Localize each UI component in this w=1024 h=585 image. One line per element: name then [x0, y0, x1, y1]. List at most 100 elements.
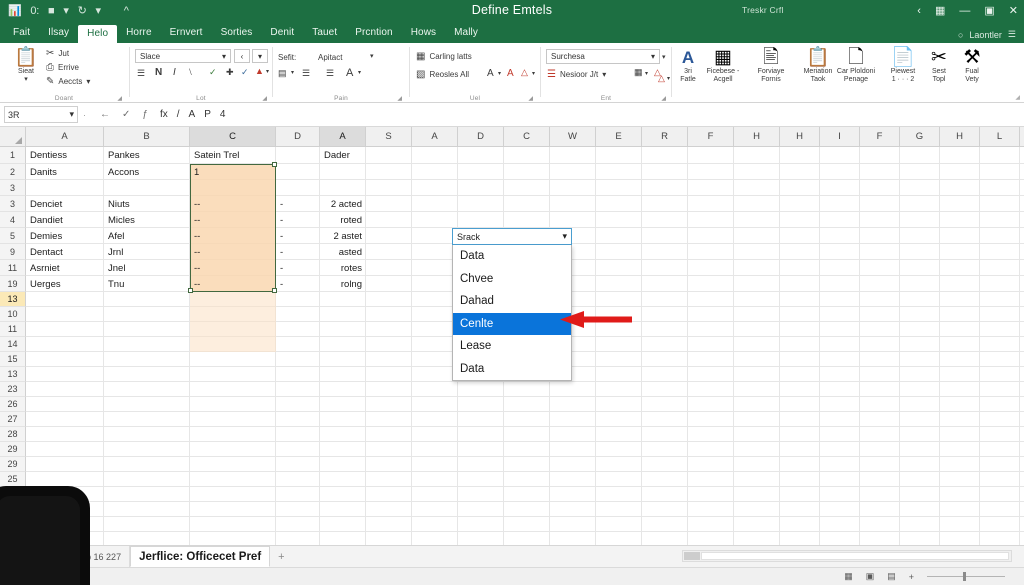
grid-cell[interactable]: [860, 427, 900, 442]
grid-cell[interactable]: [190, 397, 276, 412]
grid-cell[interactable]: [190, 457, 276, 472]
grid-cell[interactable]: [688, 397, 734, 412]
grid-cell[interactable]: [412, 164, 458, 180]
cell-value[interactable]: Jnel: [104, 260, 190, 276]
grid-cell[interactable]: [780, 472, 820, 487]
grid-cell[interactable]: [940, 382, 980, 397]
row-header-3[interactable]: 3: [0, 196, 26, 212]
sheet-tab-jerflice[interactable]: Jerflice: Officecet Pref: [130, 546, 271, 567]
grid-cell[interactable]: [642, 457, 688, 472]
grid-cell[interactable]: [366, 412, 412, 427]
grid-cell[interactable]: [940, 228, 980, 244]
cell-value[interactable]: 2 acted: [320, 196, 366, 212]
grid-cell[interactable]: [900, 487, 940, 502]
grid-cell[interactable]: [688, 322, 734, 337]
cell-value[interactable]: Pankes: [104, 147, 190, 164]
font-size-combo[interactable]: ▾: [252, 49, 268, 63]
grid-cell[interactable]: [596, 212, 642, 228]
style-triangle-button[interactable]: △: [521, 67, 528, 78]
grid-cell[interactable]: [366, 397, 412, 412]
grid-cell[interactable]: [596, 502, 642, 517]
grid-cell[interactable]: [26, 180, 104, 196]
grid-cell[interactable]: [688, 382, 734, 397]
cells-table-icon[interactable]: ▦: [634, 67, 643, 78]
grid-cell[interactable]: [320, 367, 366, 382]
grid-cell[interactable]: [412, 412, 458, 427]
wrap-dropdown-icon[interactable]: ▾: [291, 69, 294, 76]
grid-cell[interactable]: [860, 196, 900, 212]
grid-cell[interactable]: [366, 502, 412, 517]
grid-cell[interactable]: [688, 196, 734, 212]
align-icon[interactable]: ☰: [137, 68, 145, 79]
grid-cell[interactable]: [688, 228, 734, 244]
grid-cell[interactable]: [734, 322, 780, 337]
row-header-16[interactable]: 26: [0, 397, 26, 412]
grid-cell[interactable]: [820, 196, 860, 212]
grid-cell[interactable]: [596, 147, 642, 164]
cell-value[interactable]: Jrnl: [104, 244, 190, 260]
grid-cell[interactable]: [1020, 276, 1024, 292]
hamburger-icon[interactable]: ☰: [1008, 29, 1016, 40]
align-left-button[interactable]: ☰: [326, 68, 334, 79]
grid-cell[interactable]: [320, 180, 366, 196]
grid-cell[interactable]: [550, 502, 596, 517]
grid-cell[interactable]: [596, 196, 642, 212]
grid-cell[interactable]: [734, 457, 780, 472]
grid-cell[interactable]: [1020, 147, 1024, 164]
grid-cell[interactable]: [320, 457, 366, 472]
format-as-table-button[interactable]: ▧ Reosles All: [416, 69, 469, 80]
grid-cell[interactable]: [688, 337, 734, 352]
grid-cell[interactable]: [320, 307, 366, 322]
grid-cell[interactable]: [1020, 442, 1024, 457]
grid-cell[interactable]: [596, 244, 642, 260]
grid-cell[interactable]: [900, 397, 940, 412]
font-size-increase-button[interactable]: ‹: [234, 49, 250, 63]
grid-cell[interactable]: [642, 147, 688, 164]
grid-cell[interactable]: [780, 196, 820, 212]
column-header-5[interactable]: S: [366, 127, 412, 147]
grid-cell[interactable]: [596, 337, 642, 352]
grid-cell[interactable]: [642, 367, 688, 382]
cell-value[interactable]: -: [276, 260, 320, 276]
grid-cell[interactable]: [642, 472, 688, 487]
grid-cell[interactable]: [940, 337, 980, 352]
grid-cell[interactable]: [276, 412, 320, 427]
tab-fait[interactable]: Fait: [4, 24, 39, 43]
dialog-launcher-lot[interactable]: ◢: [262, 95, 267, 102]
grid-cell[interactable]: [320, 532, 366, 545]
cell-value[interactable]: Uerges: [26, 276, 104, 292]
grid-cell[interactable]: [940, 244, 980, 260]
grid-cell[interactable]: [642, 276, 688, 292]
tab-ilsay[interactable]: Ilsay: [39, 24, 78, 43]
grid-cell[interactable]: [412, 382, 458, 397]
cell-value[interactable]: Micles: [104, 212, 190, 228]
grid-cell[interactable]: [940, 517, 980, 532]
grid-cell[interactable]: [26, 412, 104, 427]
grid-cell[interactable]: [276, 382, 320, 397]
cell-value[interactable]: Tnu: [104, 276, 190, 292]
dialog-launcher-uel[interactable]: ◢: [528, 95, 533, 102]
grid-cell[interactable]: [780, 322, 820, 337]
cell-value[interactable]: Asrniet: [26, 260, 104, 276]
grid-cell[interactable]: [900, 196, 940, 212]
grid-cell[interactable]: [900, 412, 940, 427]
page-layout-icon[interactable]: ▣: [866, 571, 875, 582]
grid-cell[interactable]: [642, 412, 688, 427]
grid-cell[interactable]: [642, 307, 688, 322]
grid-cell[interactable]: [780, 337, 820, 352]
grid-cell[interactable]: [596, 397, 642, 412]
column-header-13[interactable]: H: [734, 127, 780, 147]
grid-cell[interactable]: [860, 397, 900, 412]
grid-cell[interactable]: [458, 502, 504, 517]
grid-cell[interactable]: [366, 244, 412, 260]
grid-cell[interactable]: [1020, 382, 1024, 397]
grid-cell[interactable]: [820, 367, 860, 382]
account-area[interactable]: ○ Laontler ☰: [958, 29, 1016, 40]
grid-cell[interactable]: [104, 337, 190, 352]
grid-cell[interactable]: [320, 322, 366, 337]
column-header-19[interactable]: L: [980, 127, 1020, 147]
tab-horre[interactable]: Horre: [117, 24, 161, 43]
grid-cell[interactable]: [900, 457, 940, 472]
grid-cell[interactable]: [1020, 427, 1024, 442]
copy-button[interactable]: ⎙ Errive: [46, 62, 79, 73]
